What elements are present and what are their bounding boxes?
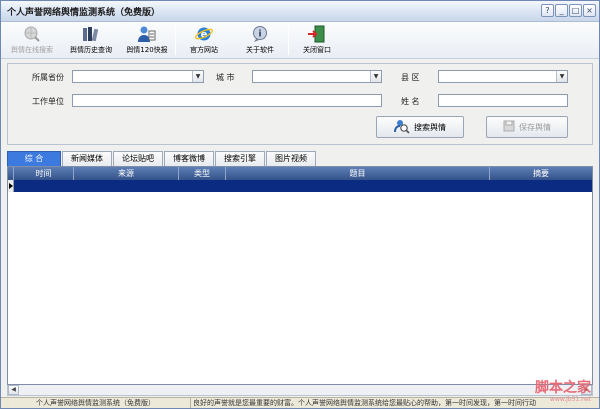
watermark-brand: 脚本之家 — [535, 380, 591, 396]
help-button[interactable]: ? — [541, 4, 554, 17]
toolbar-report-button[interactable]: 舆情120快报 — [119, 22, 175, 58]
tab-search-engines[interactable]: 搜索引擎 — [215, 151, 265, 166]
name-label: 姓 名 — [401, 97, 420, 106]
toolbar-label: 舆情历史查询 — [70, 46, 112, 54]
save-opinion-label: 保存舆情 — [519, 122, 551, 132]
toolbar-close-window-button[interactable]: 关闭窗口 — [289, 22, 345, 58]
status-app-name: 个人声誉网络舆情监测系统（免费版） — [1, 398, 191, 408]
company-input[interactable] — [72, 94, 382, 107]
results-grid: 时间 来源 类型 题目 摘要 — [7, 166, 593, 385]
county-label: 县 区 — [401, 73, 420, 82]
column-header-title[interactable]: 题目 — [226, 167, 490, 180]
search-opinion-button[interactable]: 搜索舆情 — [376, 116, 464, 138]
tab-images-videos[interactable]: 图片视频 — [266, 151, 316, 166]
column-header-type[interactable]: 类型 — [179, 167, 226, 180]
toolbar-history-button[interactable]: 舆情历史查询 — [63, 22, 119, 58]
tab-blogs[interactable]: 博客微博 — [164, 151, 214, 166]
table-row[interactable] — [8, 180, 592, 192]
window-title: 个人声誉网络舆情监测系统（免费版） — [7, 8, 161, 18]
chevron-down-icon[interactable]: ▼ — [192, 71, 203, 82]
province-select[interactable]: ▼ — [72, 70, 204, 83]
info-bubble-icon: i — [249, 24, 271, 44]
report-person-icon — [136, 24, 158, 44]
save-opinion-button[interactable]: 保存舆情 — [486, 116, 568, 138]
search-form: 所属省份 ▼ 城 市 ▼ 县 区 ▼ 工作单位 姓 名 搜索舆情 保存舆情 — [7, 63, 593, 145]
toolbar-label: 舆情120快报 — [126, 46, 168, 54]
save-icon — [503, 120, 515, 134]
minimize-button[interactable]: _ — [555, 4, 568, 17]
search-opinion-label: 搜索舆情 — [414, 122, 446, 132]
scroll-left-icon[interactable]: ◀ — [8, 385, 19, 395]
close-button[interactable]: × — [583, 4, 596, 17]
watermark-url: www.jb51.net — [550, 396, 591, 403]
toolbar-online-search-button[interactable]: 舆情在线搜索 — [1, 22, 63, 58]
toolbar-about-button[interactable]: i 关于软件 — [232, 22, 288, 58]
watermark: 脚本之家 www.jb51.net — [535, 380, 591, 404]
chevron-down-icon[interactable]: ▼ — [370, 71, 381, 82]
toolbar-label: 舆情在线搜索 — [11, 46, 53, 54]
exit-door-icon — [306, 24, 328, 44]
toolbar-label: 关闭窗口 — [303, 46, 331, 54]
window-controls: ? _ □ × — [541, 4, 596, 17]
column-header-summary[interactable]: 摘要 — [490, 167, 592, 180]
magnifier-person-icon — [394, 118, 410, 136]
column-header-source[interactable]: 来源 — [74, 167, 179, 180]
city-select[interactable]: ▼ — [252, 70, 382, 83]
toolbar-label: 关于软件 — [246, 46, 274, 54]
category-tabs: 综 合 新闻媒体 论坛贴吧 博客微博 搜索引擎 图片视频 — [7, 151, 317, 166]
tab-forums[interactable]: 论坛贴吧 — [113, 151, 163, 166]
county-select[interactable]: ▼ — [438, 70, 568, 83]
column-header-time[interactable]: 时间 — [14, 167, 74, 180]
city-label: 城 市 — [216, 73, 235, 82]
svg-text:i: i — [258, 30, 261, 40]
row-indicator-icon — [8, 180, 14, 192]
maximize-button[interactable]: □ — [569, 4, 582, 17]
chevron-down-icon[interactable]: ▼ — [556, 71, 567, 82]
name-input[interactable] — [438, 94, 568, 107]
search-globe-icon — [21, 24, 43, 44]
tab-news-media[interactable]: 新闻媒体 — [62, 151, 112, 166]
app-window: 个人声誉网络舆情监测系统（免费版） ? _ □ × 舆情在线搜索 舆情历史查询 … — [0, 0, 600, 409]
tab-comprehensive[interactable]: 综 合 — [7, 151, 61, 166]
ie-browser-icon: e — [193, 24, 215, 44]
toolbar-label: 官方网站 — [190, 46, 218, 54]
status-bar: 个人声誉网络舆情监测系统（免费版） 良好的声誉就是您最重要的财富。个人声誉网络舆… — [1, 397, 599, 408]
history-books-icon — [80, 24, 102, 44]
horizontal-scrollbar[interactable]: ◀ ▶ — [7, 385, 593, 396]
grid-header: 时间 来源 类型 题目 摘要 — [8, 167, 592, 180]
province-label: 所属省份 — [32, 73, 64, 82]
company-label: 工作单位 — [32, 97, 64, 106]
title-bar: 个人声誉网络舆情监测系统（免费版） ? _ □ × — [1, 1, 599, 22]
toolbar: 舆情在线搜索 舆情历史查询 舆情120快报 e 官方网站 i 关于软件 关闭窗口 — [1, 22, 599, 59]
toolbar-website-button[interactable]: e 官方网站 — [176, 22, 232, 58]
